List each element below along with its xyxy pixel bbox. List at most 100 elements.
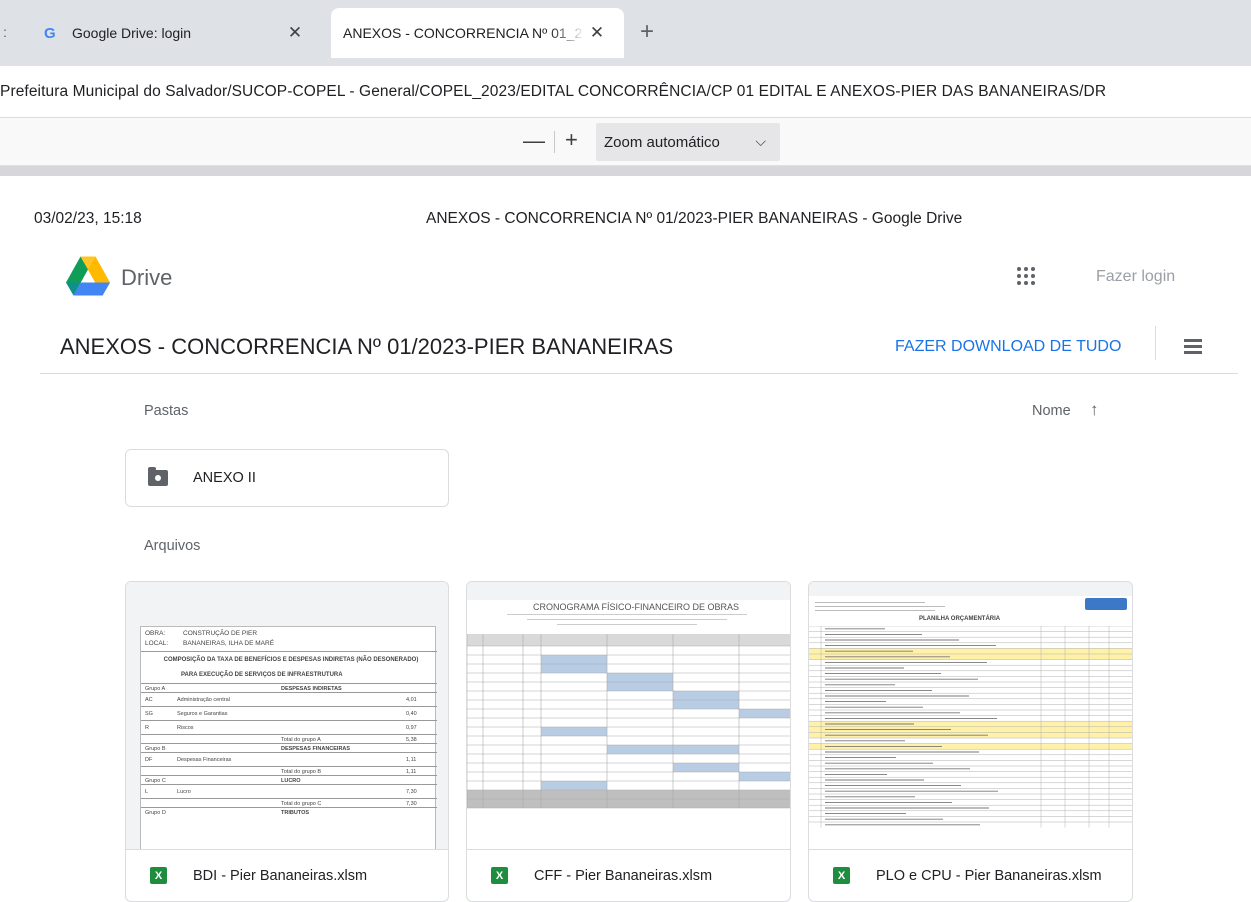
bdi-row-code: R bbox=[145, 725, 149, 731]
folder-card-anexo-ii[interactable]: ANEXO II bbox=[125, 449, 449, 507]
file-card-cff[interactable]: CRONOGRAMA FÍSICO-FINANCEIRO DE OBRAS X … bbox=[466, 581, 791, 902]
tab-strip-edge: : bbox=[3, 24, 7, 40]
bdi-table-row: Total do grupo B 1,11 bbox=[141, 766, 437, 775]
bdi-table-row: Grupo D TRIBUTOS bbox=[141, 807, 437, 816]
bdi-row-desc: Riscos bbox=[177, 725, 194, 731]
cff-filled-cell bbox=[541, 655, 607, 664]
new-tab-icon[interactable]: + bbox=[640, 18, 654, 46]
cff-filled-cell bbox=[673, 691, 739, 700]
print-date: 03/02/23, 15:18 bbox=[34, 210, 142, 227]
bdi-obra-value: CONSTRUÇÃO DE PIER bbox=[183, 630, 258, 637]
cff-grid-preview bbox=[467, 634, 790, 809]
plo-heading: PLANILHA ORÇAMENTÁRIA bbox=[919, 616, 1001, 622]
shared-folder-icon bbox=[148, 467, 168, 486]
file-thumbnail: CRONOGRAMA FÍSICO-FINANCEIRO DE OBRAS bbox=[467, 582, 790, 850]
sort-by-name[interactable]: Nome bbox=[1032, 403, 1071, 419]
cff-header-row bbox=[467, 634, 790, 646]
file-thumbnail: PLANILHA ORÇAMENTÁRIA bbox=[809, 582, 1132, 850]
tab-close-icon[interactable]: ✕ bbox=[586, 23, 608, 43]
bdi-table-row: Grupo B DESPESAS FINANCEIRAS bbox=[141, 743, 437, 752]
bdi-table-row: Grupo C LUCRO bbox=[141, 775, 437, 784]
pdf-page-gap bbox=[0, 166, 1251, 176]
address-bar[interactable]: Prefeitura Municipal do Salvador/SUCOP-C… bbox=[0, 66, 1251, 118]
list-view-icon[interactable] bbox=[1184, 339, 1202, 354]
bdi-row-desc: Total do grupo C bbox=[281, 800, 322, 807]
cff-filled-cell bbox=[673, 700, 739, 709]
folder-name: ANEXO II bbox=[193, 470, 256, 486]
tab-title: ANEXOS - CONCORRENCIA Nº 01_2 bbox=[343, 25, 583, 41]
zoom-in-button[interactable]: + bbox=[565, 127, 578, 153]
bdi-row-code: Grupo C bbox=[145, 777, 166, 784]
excel-file-icon: X bbox=[491, 867, 508, 884]
prefeitura-logo-icon bbox=[1085, 598, 1127, 610]
tab-anexos-concorrencia[interactable]: ANEXOS - CONCORRENCIA Nº 01_2 ✕ bbox=[331, 8, 624, 58]
bdi-row-value: 4,01 bbox=[406, 697, 417, 703]
cff-heading: CRONOGRAMA FÍSICO-FINANCEIRO DE OBRAS bbox=[533, 602, 740, 612]
plo-sheet-preview: PLANILHA ORÇAMENTÁRIA bbox=[809, 596, 1132, 849]
files-section-label: Arquivos bbox=[144, 538, 201, 554]
download-all-button[interactable]: FAZER DOWNLOAD DE TUDO bbox=[895, 338, 1121, 356]
bdi-obra-label: OBRA: bbox=[145, 630, 166, 637]
tab-title: Google Drive: login bbox=[72, 25, 192, 41]
tab-close-icon[interactable]: ✕ bbox=[284, 23, 306, 43]
header-separator bbox=[1155, 326, 1156, 360]
file-card-plo[interactable]: PLANILHA ORÇAMENTÁRIA X PLO e CPU - Pier… bbox=[808, 581, 1133, 902]
print-header-title: ANEXOS - CONCORRENCIA Nº 01/2023-PIER BA… bbox=[426, 210, 963, 227]
bdi-local-value: BANANEIRAS, ILHA DE MARÉ bbox=[183, 640, 275, 647]
bdi-row-value: 1,11 bbox=[406, 768, 417, 775]
file-name-row: X CFF - Pier Bananeiras.xlsm bbox=[491, 867, 712, 884]
cff-filled-cell bbox=[739, 709, 790, 718]
bdi-row-desc: DESPESAS INDIRETAS bbox=[281, 685, 342, 692]
cff-filled-cell bbox=[541, 781, 607, 790]
sort-ascending-icon[interactable]: ↑ bbox=[1090, 400, 1099, 420]
folder-title: ANEXOS - CONCORRENCIA Nº 01/2023-PIER BA… bbox=[60, 334, 674, 359]
bdi-row-code: Grupo A bbox=[145, 685, 166, 692]
file-thumbnail: OBRA: CONSTRUÇÃO DE PIER LOCAL: BANANEIR… bbox=[126, 582, 448, 850]
tab-google-drive-login[interactable]: G Google Drive: login ✕ bbox=[30, 10, 322, 56]
bdi-row-value: 0,40 bbox=[406, 711, 417, 717]
folders-section-label: Pastas bbox=[144, 403, 189, 419]
bdi-row-code: Grupo D bbox=[145, 809, 166, 816]
bdi-row-value: 5,38 bbox=[406, 736, 417, 743]
apps-grid-icon[interactable] bbox=[1015, 265, 1037, 287]
excel-file-icon: X bbox=[833, 867, 850, 884]
cff-filled-cell bbox=[541, 727, 607, 736]
bdi-table-row: L Lucro 7,30 bbox=[141, 784, 437, 798]
bdi-row-value: 7,30 bbox=[406, 789, 417, 795]
bdi-row-code: AC bbox=[145, 697, 153, 703]
bdi-table-row: R Riscos 0,97 bbox=[141, 720, 437, 734]
bdi-row-desc: Despesas Financeiras bbox=[177, 757, 232, 763]
file-card-bdi[interactable]: OBRA: CONSTRUÇÃO DE PIER LOCAL: BANANEIR… bbox=[125, 581, 449, 902]
bdi-local-label: LOCAL: bbox=[145, 640, 169, 647]
bdi-row-value: 0,97 bbox=[406, 725, 417, 731]
cff-filled-cell bbox=[541, 664, 607, 673]
cff-filled-cell bbox=[673, 763, 739, 772]
bdi-subheading: PARA EXECUÇÃO DE SERVIÇOS DE INFRAESTRUT… bbox=[181, 672, 343, 678]
zoom-out-button[interactable]: — bbox=[523, 128, 545, 154]
bdi-row-code: DF bbox=[145, 757, 153, 763]
bdi-row-desc: Total do grupo B bbox=[281, 768, 322, 775]
chevron-down-icon: ⌵ bbox=[755, 133, 766, 149]
bdi-row-code: L bbox=[145, 789, 149, 795]
bdi-table-row: AC Administração central 4,01 bbox=[141, 692, 437, 706]
address-url[interactable]: Prefeitura Municipal do Salvador/SUCOP-C… bbox=[0, 83, 1106, 101]
bdi-row-desc: DESPESAS FINANCEIRAS bbox=[281, 745, 351, 752]
bdi-row-desc: Total do grupo A bbox=[281, 736, 321, 743]
bdi-row-code: SG bbox=[145, 711, 153, 717]
file-name-row: X PLO e CPU - Pier Bananeiras.xlsm bbox=[833, 867, 1102, 884]
bdi-table-row: Total do grupo A 5,38 bbox=[141, 734, 437, 743]
bdi-row-value: 7,30 bbox=[406, 800, 417, 807]
browser-tab-strip: : G Google Drive: login ✕ ANEXOS - CONCO… bbox=[0, 0, 1251, 66]
toolbar-separator bbox=[554, 131, 555, 153]
plo-grid-preview bbox=[809, 626, 1132, 828]
zoom-select[interactable]: Zoom automático ⌵ bbox=[596, 123, 780, 161]
login-link[interactable]: Fazer login bbox=[1096, 268, 1175, 286]
file-name: CFF - Pier Bananeiras.xlsm bbox=[534, 867, 713, 884]
file-name: PLO e CPU - Pier Bananeiras.xlsm bbox=[876, 867, 1102, 884]
cff-filled-cell bbox=[607, 682, 673, 691]
bdi-row-desc: LUCRO bbox=[281, 777, 301, 784]
file-name: BDI - Pier Bananeiras.xlsm bbox=[193, 867, 368, 884]
bdi-heading: COMPOSIÇÃO DA TAXA DE BENEFÍCIOS E DESPE… bbox=[163, 657, 419, 663]
cff-filled-cell bbox=[607, 673, 673, 682]
google-g-icon: G bbox=[44, 24, 56, 42]
